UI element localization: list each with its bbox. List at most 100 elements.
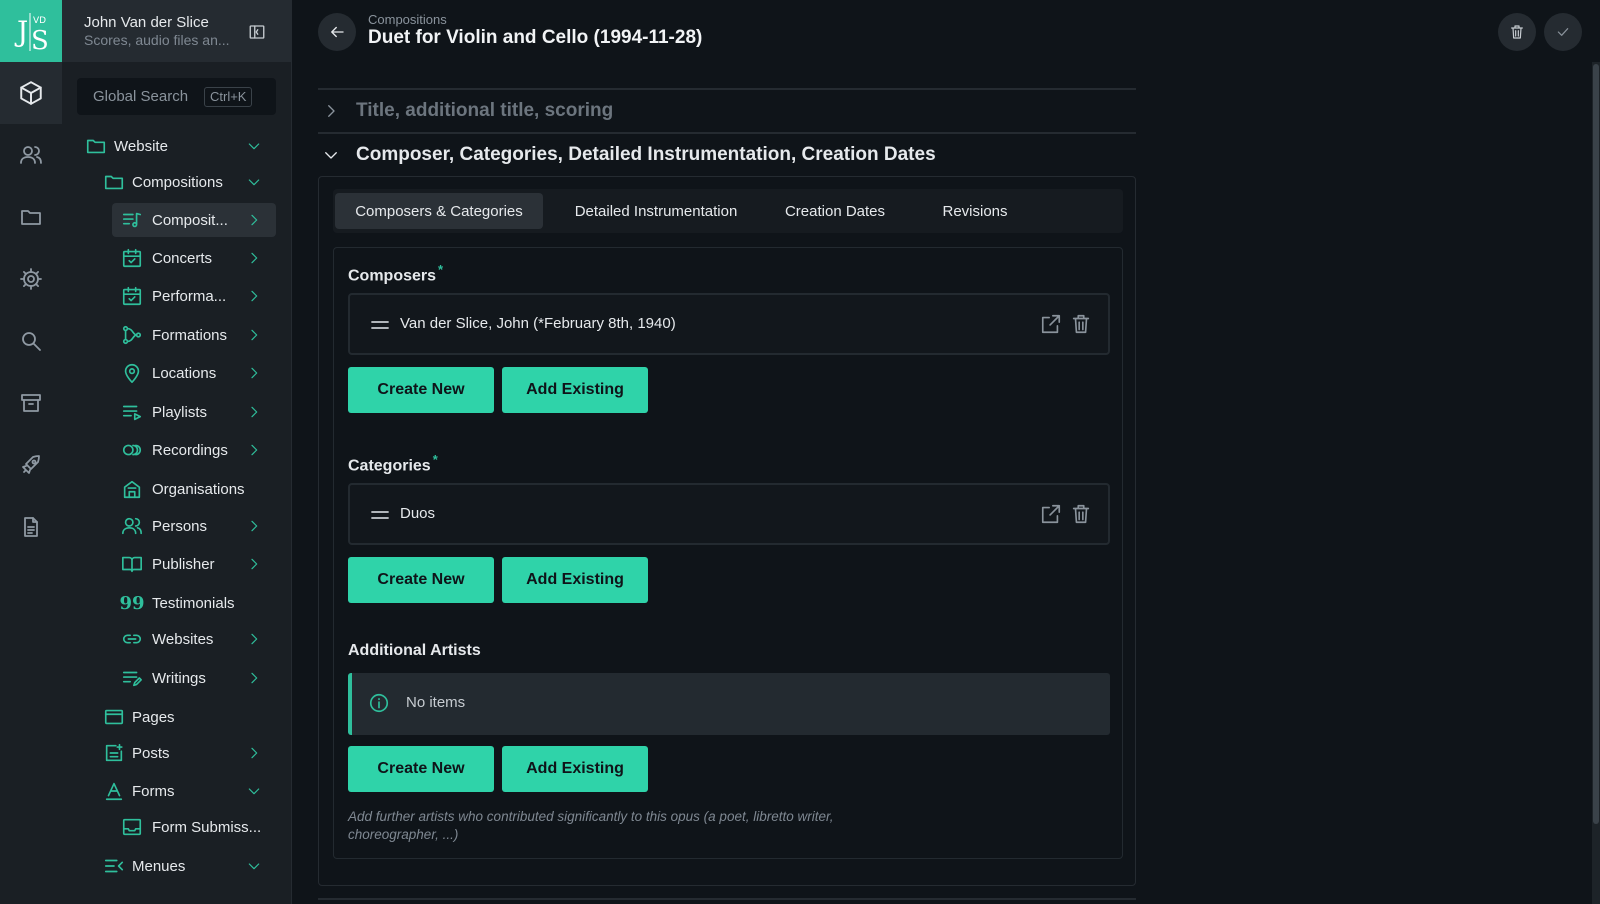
list-edit-icon [120,666,144,690]
required-marker: * [432,452,438,467]
drag-handle-icon[interactable] [370,319,390,331]
nav-playlists[interactable]: Playlists [112,395,276,429]
nav-recordings[interactable]: Recordings [112,433,276,467]
nav-label: Formations [152,326,228,344]
nav-persons[interactable]: Persons [112,509,276,543]
global-search[interactable]: Global Search Ctrl+K [77,78,276,115]
scrollbar-thumb[interactable] [1593,64,1599,824]
post-add-icon [102,741,126,765]
nav-label: Performa... [152,287,227,305]
chevron-right-icon[interactable] [246,288,262,304]
chevron-down-icon[interactable] [246,138,262,154]
category-item[interactable]: Duos [348,483,1110,545]
empty-state-text: No items [406,694,466,711]
chevron-right-icon[interactable] [246,250,262,266]
rocket-icon[interactable] [0,434,62,496]
chevron-down-icon[interactable] [246,174,262,190]
nav-label: Locations [152,364,217,382]
nav-publisher[interactable]: Publisher [112,547,276,581]
svg-text:S: S [31,26,49,55]
create-new-category-button[interactable]: Create New [348,557,494,603]
back-button[interactable] [318,13,356,51]
nav-compositions-folder[interactable]: Compositions [98,165,276,199]
section-composer-categories[interactable]: Composer, Categories, Detailed Instrumen… [318,134,1136,176]
chevron-down-icon[interactable] [246,858,262,874]
info-icon [368,692,390,714]
nav-form-submissions[interactable]: Form Submiss... [112,810,276,844]
nav-forms[interactable]: Forms [98,774,276,808]
gear-icon[interactable] [0,248,62,310]
create-new-artist-button[interactable]: Create New [348,746,494,792]
additional-artists-label: Additional Artists [348,642,481,659]
icon-rail: J VD S [0,0,62,904]
nav-label: Websites [152,630,214,648]
nav-testimonials[interactable]: 99 Testimonials [112,586,276,620]
folder-icon[interactable] [0,186,62,248]
nav-website[interactable]: Website [80,129,276,163]
add-existing-composer-button[interactable]: Add Existing [502,367,648,413]
tab-detailed-instrumentation[interactable]: Detailed Instrumentation [551,193,761,229]
trash-icon[interactable] [1070,313,1092,335]
section-title-scoring[interactable]: Title, additional title, scoring [318,90,1136,132]
chevron-right-icon[interactable] [246,212,262,228]
user-block[interactable]: John Van der Slice Scores, audio files a… [62,0,291,62]
branch-icon [120,323,144,347]
required-marker: * [438,262,444,277]
tab-creation-dates[interactable]: Creation Dates [771,193,899,229]
nav-label: Testimonials [152,594,235,612]
breadcrumb[interactable]: Compositions [368,12,447,27]
nav-pages[interactable]: Pages [98,700,276,734]
nav-label: Publisher [152,555,215,573]
chevron-right-icon[interactable] [246,365,262,381]
content-cube-icon[interactable] [0,62,62,124]
archive-icon[interactable] [0,372,62,434]
chevron-right-icon[interactable] [246,670,262,686]
folder-icon [102,170,126,194]
nav-writings[interactable]: Writings [112,661,276,695]
nav-locations[interactable]: Locations [112,356,276,390]
chevron-right-icon[interactable] [246,518,262,534]
drag-handle-icon[interactable] [370,509,390,521]
nav-organisations[interactable]: Organisations [112,472,276,506]
playlist-icon [120,400,144,424]
category-name: Duos [400,505,436,522]
section-title: Composer, Categories, Detailed Instrumen… [356,144,936,165]
composer-item[interactable]: Van der Slice, John (*February 8th, 1940… [348,293,1110,355]
delete-button[interactable] [1498,13,1536,51]
open-external-icon[interactable] [1040,313,1062,335]
chevron-right-icon[interactable] [246,327,262,343]
chevron-down-icon[interactable] [246,783,262,799]
create-new-composer-button[interactable]: Create New [348,367,494,413]
calendar-check-icon [120,246,144,270]
users-icon[interactable] [0,124,62,186]
recording-icon [120,438,144,462]
nav-label: Persons [152,517,208,535]
add-existing-artist-button[interactable]: Add Existing [502,746,648,792]
nav-menues[interactable]: Menues [98,849,276,883]
nav-posts[interactable]: Posts [98,736,276,770]
save-button[interactable] [1544,13,1582,51]
nav-formations[interactable]: Formations [112,318,276,352]
categories-label-text: Categories [348,457,431,475]
chevron-right-icon[interactable] [246,442,262,458]
nav-label: Writings [152,669,206,687]
open-external-icon[interactable] [1040,503,1062,525]
nav-performances[interactable]: Performa... [112,279,276,313]
sidebar-collapse-icon[interactable] [248,23,266,41]
nav-compositions[interactable]: Composit... [112,203,276,237]
chevron-right-icon[interactable] [246,631,262,647]
tab-content: Composers * Van der Slice, John (*Februar… [333,247,1123,859]
tab-revisions[interactable]: Revisions [929,193,1021,229]
nav-websites[interactable]: Websites [112,622,276,656]
chevron-right-icon[interactable] [246,404,262,420]
nav-concerts[interactable]: Concerts [112,241,276,275]
chevron-right-icon[interactable] [246,745,262,761]
app-logo[interactable]: J VD S [0,0,62,62]
document-icon[interactable] [0,496,62,558]
search-icon[interactable] [0,310,62,372]
section-title: Title, additional title, scoring [356,100,614,121]
tab-composers-categories[interactable]: Composers & Categories [335,193,543,229]
add-existing-category-button[interactable]: Add Existing [502,557,648,603]
trash-icon[interactable] [1070,503,1092,525]
chevron-right-icon[interactable] [246,556,262,572]
